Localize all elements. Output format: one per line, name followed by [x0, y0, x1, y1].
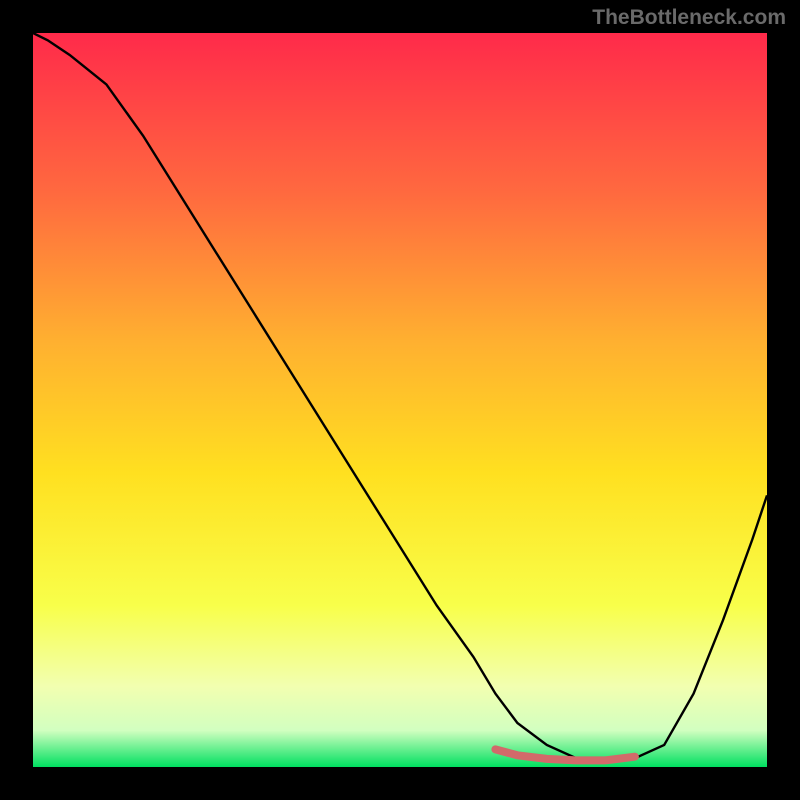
chart-area [33, 33, 767, 767]
gradient-background [33, 33, 767, 767]
watermark-text: TheBottleneck.com [592, 6, 786, 30]
